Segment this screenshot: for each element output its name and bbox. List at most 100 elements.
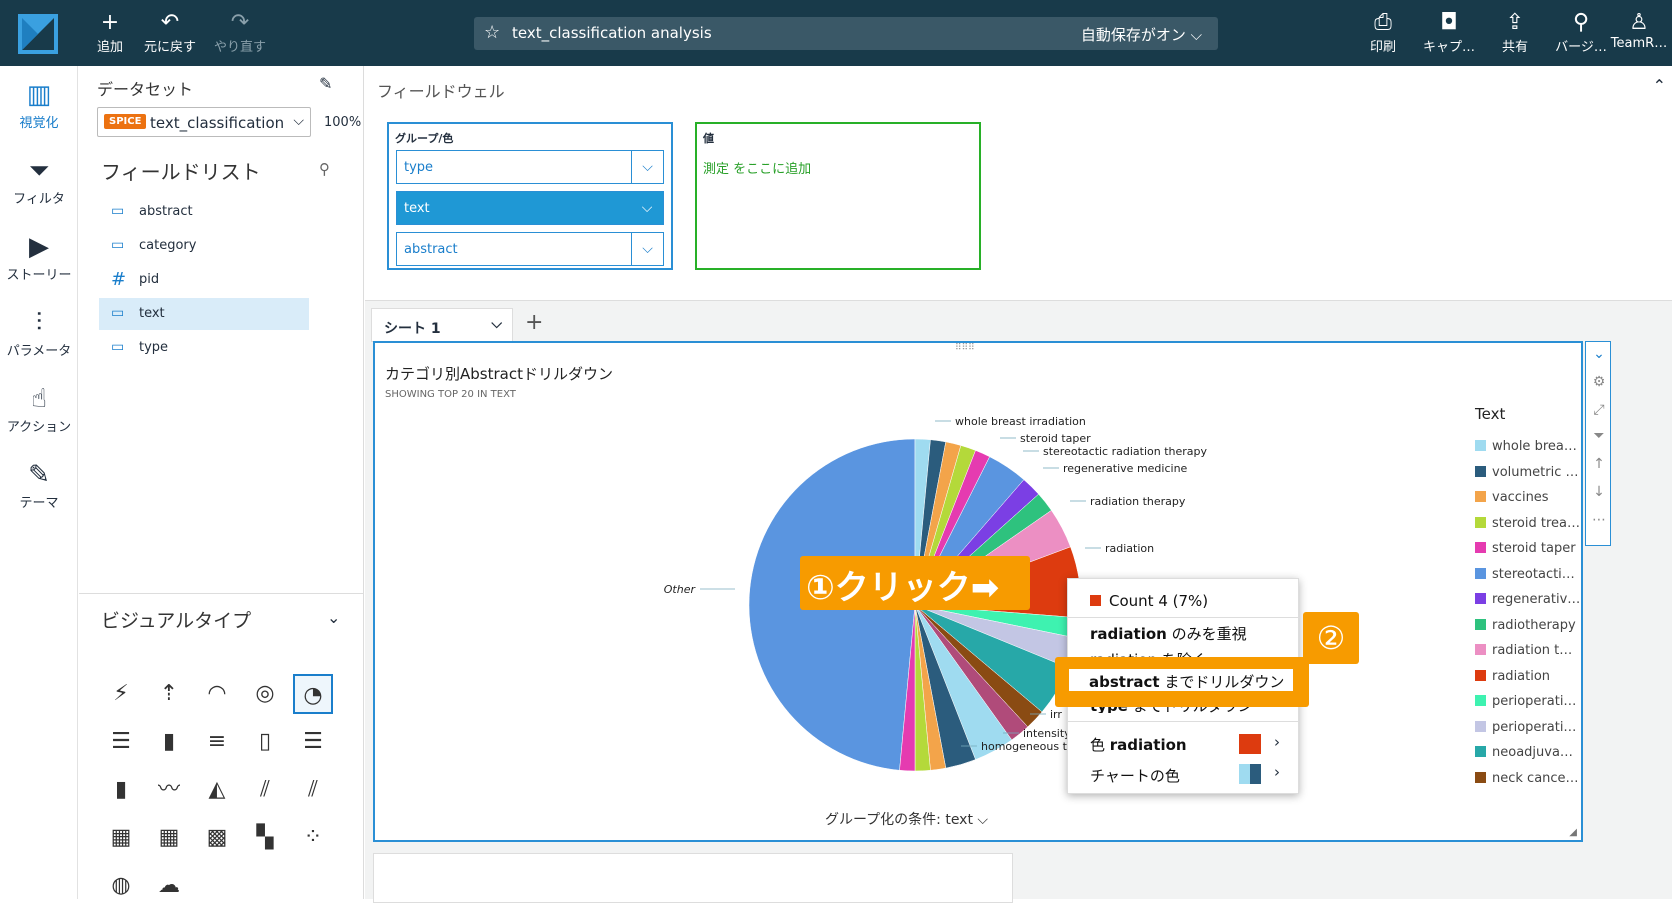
treemap-icon[interactable]: ▚ [245, 818, 285, 858]
legend-item[interactable]: steroid taper [1475, 541, 1585, 561]
color-swatch[interactable] [1239, 734, 1261, 754]
autograph-icon[interactable]: ⚡ [101, 674, 141, 714]
legend-item[interactable]: volumetric … [1475, 465, 1585, 485]
field-item-category[interactable]: ▭ category [99, 230, 309, 262]
menu-color[interactable]: 色 radiation [1090, 734, 1187, 755]
stacked-bar-icon[interactable]: ≡ [197, 722, 237, 762]
search-icon[interactable]: ⚲ [319, 160, 330, 178]
group-color-well[interactable]: グループ/色 type ⌵ text ⌵ abstract ⌵ [387, 122, 673, 270]
chevron-down-icon[interactable]: ⌵ [631, 233, 663, 265]
arrow-down-icon[interactable]: ↓ [1586, 484, 1612, 500]
scatter-icon[interactable]: ⁘ [293, 818, 333, 858]
legend-item[interactable]: regenerativ… [1475, 592, 1585, 612]
line-chart-icon[interactable]: 〰 [149, 770, 189, 810]
stacked-column-icon[interactable]: ▮ [101, 770, 141, 810]
undo-button[interactable]: ↶ 元に戻す [135, 10, 205, 55]
expand-icon[interactable]: ⤢ [1586, 402, 1612, 418]
capture-button[interactable]: ◘ キャプ… [1414, 10, 1484, 55]
legend-item[interactable]: stereotacti… [1475, 567, 1585, 587]
menu-drill-abstract[interactable]: abstract までドリルダウン [1069, 669, 1293, 691]
menu-chart-color[interactable]: チャートの色 [1090, 765, 1180, 786]
word-cloud-icon[interactable]: ☁ [149, 866, 189, 906]
legend-label: perioperati… [1492, 719, 1577, 735]
legend-item[interactable]: radiation [1475, 669, 1585, 689]
menu-focus-only[interactable]: radiation のみを重視 [1090, 623, 1247, 644]
geo-map-icon[interactable]: ◍ [101, 866, 141, 906]
star-icon[interactable]: ☆ [484, 22, 500, 43]
add-sheet-button[interactable]: + [525, 310, 543, 335]
legend-item[interactable]: vaccines [1475, 490, 1585, 510]
share-button[interactable]: ⇪ 共有 [1480, 10, 1550, 55]
chevron-down-icon[interactable]: ⌵ [631, 192, 663, 224]
group-field-label: text [404, 201, 430, 216]
legend-item[interactable]: radiotherapy [1475, 618, 1585, 638]
nav-parameters[interactable]: ⫶ パラメータ [0, 306, 78, 359]
story-icon: ▶ [29, 232, 49, 262]
legend-item[interactable]: steroid trea… [1475, 516, 1585, 536]
area-chart-icon[interactable]: ◭ [197, 770, 237, 810]
dataset-select[interactable]: SPICE text_classification ⌵ [97, 107, 311, 137]
table-icon[interactable]: ▦ [101, 818, 141, 858]
combo-chart-icon[interactable]: ⫽ [245, 770, 285, 810]
legend-item[interactable]: perioperati… [1475, 720, 1585, 740]
pie-chart-icon[interactable]: ◔ [293, 674, 333, 714]
value-well[interactable]: 値 測定 をここに追加 [695, 122, 981, 270]
nav-visualize[interactable]: ▥ 視覚化 [0, 78, 78, 131]
field-item-pid[interactable]: # pid [99, 264, 309, 296]
combo-line-icon[interactable]: ⫽ [293, 770, 333, 810]
color-field: radiation [1109, 736, 1187, 754]
collapse-up-icon[interactable]: ⌃ [1653, 76, 1666, 95]
percent-bar-icon[interactable]: ☰ [293, 722, 333, 762]
gauge-icon[interactable]: ◠ [197, 674, 237, 714]
palette-swatch[interactable] [1239, 764, 1261, 784]
vertical-bar-icon[interactable]: ▮ [149, 722, 189, 762]
analysis-title[interactable]: text_classification analysis [512, 24, 712, 42]
pivot-table-icon[interactable]: ▦ [149, 818, 189, 858]
settings-icon[interactable]: ⚙ [1586, 374, 1612, 390]
kpi-icon[interactable]: ⇡ [149, 674, 189, 714]
user-menu-button[interactable]: ♙ TeamR… [1604, 10, 1672, 51]
horizontal-bar-icon[interactable]: ☰ [101, 722, 141, 762]
clustered-bar-icon[interactable]: ▯ [245, 722, 285, 762]
edit-dataset-icon[interactable]: ✎ [319, 74, 332, 93]
chevron-down-icon: ⌵ [1190, 26, 1202, 44]
chevron-down-icon[interactable]: ⌵ [491, 316, 502, 332]
legend-item[interactable]: neck cance… [1475, 771, 1585, 791]
group-by-selector[interactable]: グループ化の条件: text ⌵ [825, 809, 988, 829]
nav-filter[interactable]: ⏷ フィルタ [0, 154, 78, 207]
chevron-double-down-icon[interactable]: ⌄ [327, 608, 340, 627]
filter-icon[interactable]: ⏷ [1586, 428, 1612, 444]
nav-story[interactable]: ▶ ストーリー [0, 230, 78, 283]
resize-handle[interactable]: ◢ [1569, 827, 1577, 838]
second-visual[interactable] [373, 853, 1013, 903]
more-icon[interactable]: ⋯ [1586, 512, 1612, 528]
autosave-toggle[interactable]: 自動保存がオン ⌵ [1081, 24, 1202, 45]
field-item-type[interactable]: ▭ type [99, 332, 309, 364]
legend-item[interactable]: whole brea… [1475, 439, 1585, 459]
arrow-up-icon[interactable]: ↑ [1586, 456, 1612, 472]
legend-item[interactable]: perioperati… [1475, 694, 1585, 714]
nav-actions[interactable]: ☝ アクション [0, 382, 78, 435]
donut-icon[interactable]: ◎ [245, 674, 285, 714]
chevron-down-icon[interactable]: ⌵ [631, 151, 663, 183]
redo-button[interactable]: ↷ やり直す [205, 10, 275, 55]
group-field-abstract[interactable]: abstract ⌵ [396, 232, 664, 266]
tab-sheet-1[interactable]: シート 1 ⌵ [371, 308, 513, 342]
legend-item[interactable]: neoadjuva… [1475, 745, 1585, 765]
field-item-text[interactable]: ▭ text [99, 298, 309, 330]
field-item-abstract[interactable]: ▭ abstract [99, 196, 309, 228]
nav-themes[interactable]: ✎ テーマ [0, 458, 78, 511]
user-icon: ♙ [1629, 10, 1649, 35]
group-field-text[interactable]: text ⌵ [396, 191, 664, 225]
heatmap-icon[interactable]: ▩ [197, 818, 237, 858]
group-field-type[interactable]: type ⌵ [396, 150, 664, 184]
print-button[interactable]: ⎙ 印刷 [1348, 10, 1418, 55]
menu-count: Count 4 (7%) [1090, 592, 1208, 610]
collapse-icon[interactable]: ⌄ [1586, 346, 1612, 362]
chevron-right-icon[interactable]: › [1274, 733, 1280, 751]
quicksight-logo[interactable] [18, 14, 58, 54]
group-field-label: type [404, 160, 434, 175]
analysis-title-bar[interactable]: ☆ text_classification analysis 自動保存がオン ⌵ [474, 17, 1218, 50]
legend-item[interactable]: radiation t… [1475, 643, 1585, 663]
chevron-right-icon[interactable]: › [1274, 763, 1280, 781]
